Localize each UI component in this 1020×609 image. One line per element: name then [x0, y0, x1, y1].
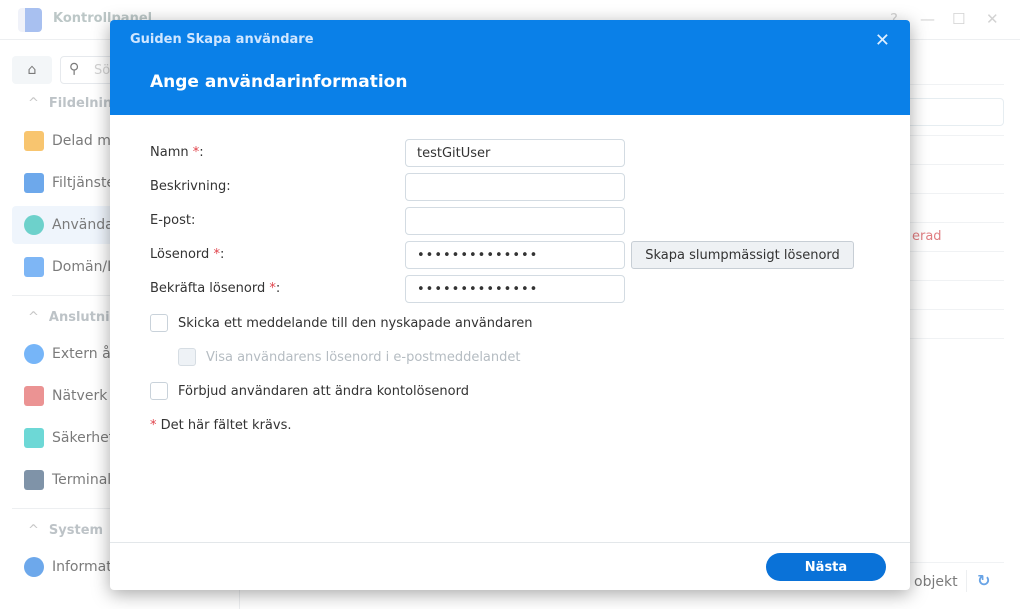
send-notification-checkbox[interactable]: [150, 314, 168, 332]
password-row: Lösenord *: Skapa slumpmässigt lösenord: [150, 241, 870, 269]
description-field[interactable]: [405, 173, 625, 201]
dialog-footer: Nästa: [110, 542, 910, 590]
wizard-title: Guiden Skapa användare: [130, 32, 314, 47]
password-label: Lösenord *:: [150, 247, 225, 262]
confirm-password-field[interactable]: [405, 275, 625, 303]
send-notification-label: Skicka ett meddelande till den nyskapade…: [178, 315, 533, 331]
next-button[interactable]: Nästa: [766, 553, 886, 581]
show-password-checkbox-row: Visa användarens lösenord i e-postmeddel…: [178, 346, 520, 368]
step-title: Ange användarinformation: [150, 72, 408, 92]
name-row: Namn *:: [150, 139, 870, 167]
disallow-password-change-checkbox[interactable]: [150, 382, 168, 400]
confirm-password-row: Bekräfta lösenord *:: [150, 275, 870, 303]
show-password-in-email-checkbox: [178, 348, 196, 366]
password-field[interactable]: [405, 241, 625, 269]
email-row: E-post:: [150, 207, 870, 235]
close-icon[interactable]: ✕: [875, 30, 890, 51]
show-password-in-email-label: Visa användarens lösenord i e-postmeddel…: [206, 349, 521, 365]
name-label: Namn *:: [150, 145, 204, 160]
description-row: Beskrivning:: [150, 173, 870, 201]
disallow-password-change-checkbox-row[interactable]: Förbjud användaren att ändra kontolöseno…: [150, 380, 469, 402]
dialog-header: Guiden Skapa användare Ange användarinfo…: [110, 20, 910, 115]
email-label: E-post:: [150, 213, 196, 228]
confirm-password-label: Bekräfta lösenord *:: [150, 281, 281, 296]
send-notification-checkbox-row[interactable]: Skicka ett meddelande till den nyskapade…: [150, 312, 533, 334]
generate-random-password-button[interactable]: Skapa slumpmässigt lösenord: [631, 241, 854, 269]
description-label: Beskrivning:: [150, 179, 231, 194]
name-field[interactable]: [405, 139, 625, 167]
required-field-note: * Det här fältet krävs.: [150, 418, 292, 433]
email-field[interactable]: [405, 207, 625, 235]
create-user-wizard-dialog: Guiden Skapa användare Ange användarinfo…: [110, 20, 910, 590]
disallow-password-change-label: Förbjud användaren att ändra kontolöseno…: [178, 383, 469, 399]
